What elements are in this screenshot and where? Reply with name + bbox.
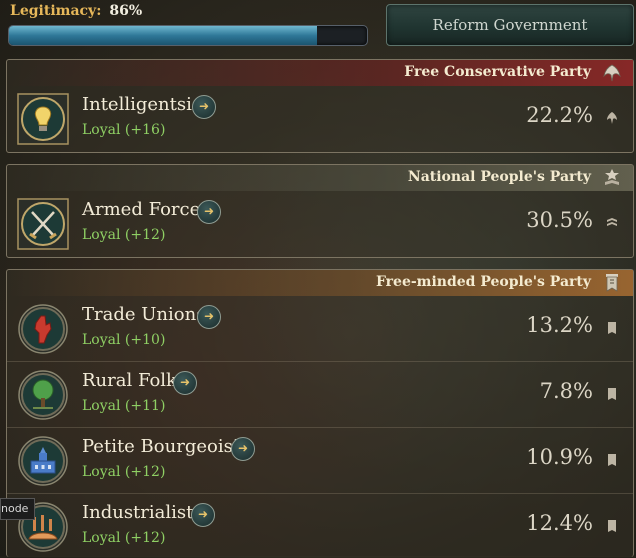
party-name: National People's Party [407, 169, 591, 185]
group-name: Petite Bourgeoisie [82, 436, 250, 457]
legitimacy-label: Legitimacy: 86% [10, 3, 142, 19]
clout-percent: 10.9% [526, 445, 593, 469]
group-approval: Loyal (+12) [82, 227, 166, 243]
tree-icon [18, 370, 68, 420]
legitimacy-value: 86% [109, 3, 143, 19]
approval-status: Loyal [82, 332, 121, 348]
eagle-icon [607, 112, 617, 124]
group-approval: Loyal (+12) [82, 464, 166, 480]
town-hall-icon [18, 436, 68, 486]
approval-status: Loyal [82, 398, 121, 414]
group-details-button[interactable]: ➜ [197, 200, 221, 224]
group-approval: Loyal (+12) [82, 530, 166, 546]
group-name: Trade Unions [82, 304, 206, 325]
approval-change: +10 [130, 332, 160, 348]
approval-change: +16 [130, 122, 160, 138]
reform-government-button[interactable]: Reform Government [386, 4, 634, 46]
approval-status: Loyal [82, 464, 121, 480]
approval-change: +11 [130, 398, 160, 414]
banner-icon [608, 322, 616, 334]
approval-status: Loyal [82, 227, 121, 243]
party-header[interactable]: Free-minded People's Party [7, 270, 633, 296]
group-approval: Loyal (+10) [82, 332, 166, 348]
party-panel-national-peoples: National People's Party Armed Forces ➜ L… [6, 164, 634, 258]
crossed-swords-icon [17, 198, 69, 250]
group-details-button[interactable]: ➜ [197, 305, 221, 329]
banner-icon [608, 388, 616, 400]
legitimacy-bar-fill [9, 26, 317, 45]
group-details-button[interactable]: ➜ [231, 437, 255, 461]
party-panel-free-conservative: Free Conservative Party Intelligentsia ➜… [6, 59, 634, 153]
party-panel-free-minded-peoples: Free-minded People's Party Trade Unions … [6, 269, 634, 557]
party-name: Free Conservative Party [404, 64, 591, 80]
group-approval: Loyal (+11) [82, 398, 166, 414]
clout-percent: 7.8% [539, 379, 593, 403]
approval-status: Loyal [82, 122, 121, 138]
party-header[interactable]: National People's Party [7, 165, 633, 191]
party-name: Free-minded People's Party [375, 274, 591, 290]
stacked-chevrons-icon [607, 218, 617, 226]
group-approval: Loyal (+16) [82, 122, 166, 138]
group-name: Intelligentsia [82, 94, 203, 115]
banner-icon [608, 520, 616, 532]
approval-status: Loyal [82, 530, 121, 546]
interest-group-row[interactable]: Armed Forces ➜ Loyal (+12) 30.5% [7, 191, 633, 256]
interest-group-row[interactable]: Industrialists ➜ Loyal (+12) 12.4% [7, 493, 633, 558]
banner-icon [608, 454, 616, 466]
party-header[interactable]: Free Conservative Party [7, 60, 633, 86]
fist-icon [18, 304, 68, 354]
legitimacy-label-text: Legitimacy: [10, 3, 102, 19]
group-name: Rural Folk [82, 370, 177, 391]
group-details-button[interactable]: ➜ [192, 95, 216, 119]
clout-percent: 22.2% [526, 103, 593, 127]
interest-group-row[interactable]: Trade Unions ➜ Loyal (+10) 13.2% [7, 296, 633, 361]
group-name: Armed Forces [82, 199, 210, 220]
clout-percent: 13.2% [526, 313, 593, 337]
lightbulb-icon [17, 93, 69, 145]
eagle-icon [603, 64, 621, 82]
interest-group-row[interactable]: Intelligentsia ➜ Loyal (+16) 22.2% [7, 86, 633, 151]
approval-change: +12 [130, 464, 160, 480]
interest-group-row[interactable]: Petite Bourgeoisie ➜ Loyal (+12) 10.9% [7, 427, 633, 493]
approval-change: +12 [130, 227, 160, 243]
tooltip: node [0, 498, 36, 520]
legitimacy-bar [8, 25, 368, 46]
clout-percent: 12.4% [526, 511, 593, 535]
clout-percent: 30.5% [526, 208, 593, 232]
group-details-button[interactable]: ➜ [191, 503, 215, 527]
stacked-chevrons-icon [605, 169, 619, 185]
group-details-button[interactable]: ➜ [173, 371, 197, 395]
interest-group-row[interactable]: Rural Folk ➜ Loyal (+11) 7.8% [7, 361, 633, 427]
group-name: Industrialists [82, 502, 203, 523]
banner-icon [606, 274, 618, 292]
approval-change: +12 [130, 530, 160, 546]
